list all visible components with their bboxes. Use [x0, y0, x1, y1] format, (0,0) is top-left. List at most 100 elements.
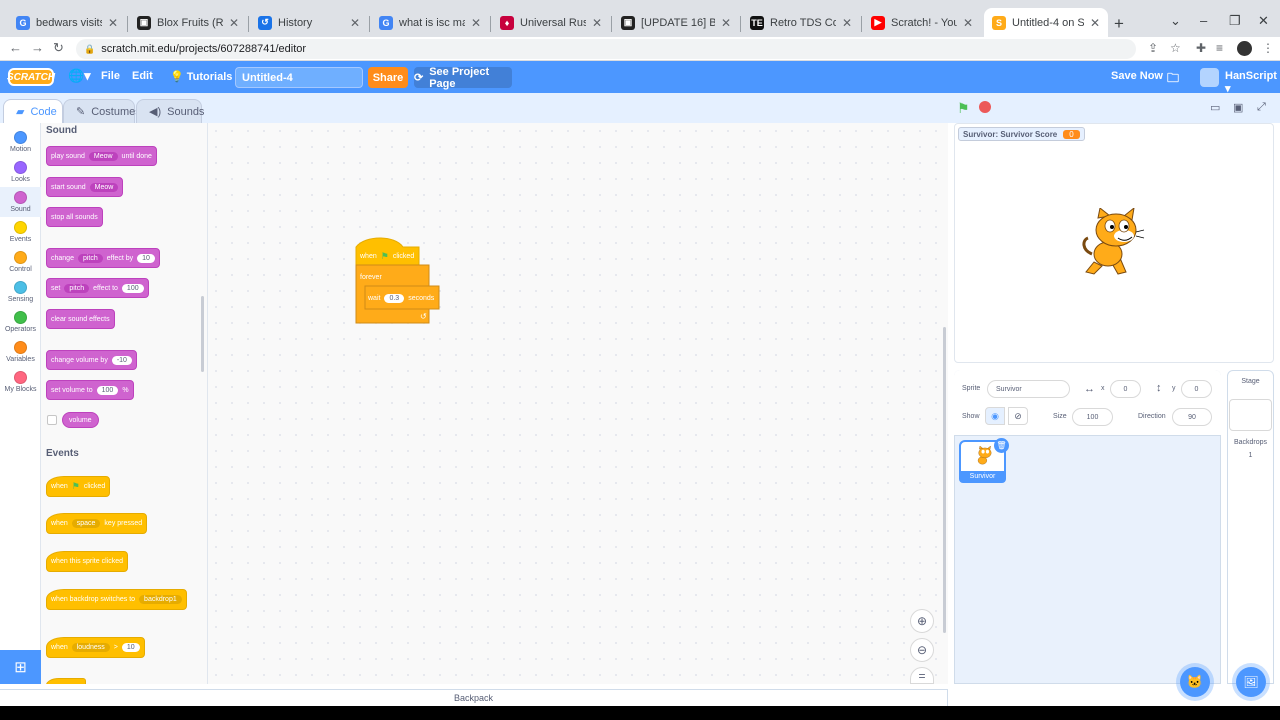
tab-code[interactable]: ▰ Code — [3, 99, 63, 123]
close-tab-icon[interactable]: ✕ — [842, 16, 852, 30]
category-my-blocks[interactable]: My Blocks — [0, 367, 41, 397]
number-input[interactable]: 100 — [96, 385, 119, 395]
zoom-reset-button[interactable]: = — [910, 667, 934, 684]
browser-tab[interactable]: TE Retro TDS Codes (Nov ✕ — [742, 8, 860, 37]
number-input[interactable]: 10 — [137, 253, 155, 263]
hide-sprite-button[interactable]: ⊘ — [1008, 407, 1028, 425]
x-position-input[interactable]: 0 — [1110, 380, 1141, 398]
number-input[interactable]: 100 — [121, 283, 144, 293]
block-partial[interactable] — [46, 678, 86, 684]
palette-scrollbar[interactable] — [201, 296, 204, 372]
share-button[interactable]: Share — [368, 67, 408, 88]
my-stuff-folder-icon[interactable]: 🗀 — [1167, 69, 1179, 90]
close-tab-icon[interactable]: ✕ — [963, 16, 973, 30]
y-position-input[interactable]: 0 — [1181, 380, 1212, 398]
cat-sprite[interactable] — [1080, 208, 1146, 278]
reading-list-icon[interactable]: ≡ — [1216, 41, 1223, 55]
number-input[interactable]: 0.3 — [384, 293, 405, 303]
variable-monitor[interactable]: Survivor: Survivor Score 0 — [958, 127, 1085, 141]
browser-tab[interactable]: Gbedwars visits gos up ✕ — [8, 8, 126, 37]
category-control[interactable]: Control — [0, 247, 41, 277]
close-tab-icon[interactable]: ✕ — [350, 16, 360, 30]
block-play-sound-until-done[interactable]: play sound Meow until done — [46, 146, 157, 166]
tab-costumes[interactable]: ✎ Costumes — [63, 99, 141, 123]
block-when-key-pressed[interactable]: when space key pressed — [46, 513, 148, 534]
large-stage-icon[interactable]: ▣ — [1233, 101, 1243, 114]
script-when-flag-clicked[interactable]: when ⚑ clicked — [356, 250, 414, 262]
small-stage-icon[interactable]: ▭ — [1210, 101, 1220, 114]
sprite-name-input[interactable]: Survivor — [987, 380, 1070, 398]
browser-tab[interactable]: Gwhat is isc map in tow ✕ — [371, 8, 489, 37]
browser-tab[interactable]: ▶ Scratch! - YouTube ✕ — [863, 8, 981, 37]
stage-thumbnail[interactable] — [1229, 399, 1272, 431]
browser-tab[interactable]: S Untitled-4 on Scratch ✕ — [984, 8, 1108, 37]
delete-sprite-button[interactable]: 🗑 — [994, 438, 1009, 453]
language-globe-icon[interactable]: 🌐▾ — [68, 68, 91, 84]
close-tab-icon[interactable]: ✕ — [471, 16, 481, 30]
number-input[interactable]: -10 — [111, 355, 132, 365]
close-tab-icon[interactable]: ✕ — [721, 16, 731, 30]
browser-tab[interactable]: ▣ Blox Fruits (Roblox) - B ✕ — [129, 8, 247, 37]
stop-button[interactable] — [979, 101, 991, 113]
close-tab-icon[interactable]: ✕ — [108, 16, 118, 30]
backpack-bar[interactable]: Backpack — [0, 689, 948, 706]
bookmark-star-icon[interactable]: ☆ — [1170, 41, 1181, 55]
green-flag-button[interactable]: ⚑ — [957, 100, 970, 117]
close-tab-icon[interactable]: ✕ — [229, 16, 239, 30]
script-wait-seconds[interactable]: wait 0.3 seconds — [364, 291, 434, 305]
new-tab-button[interactable]: + — [1114, 14, 1124, 34]
extensions-icon[interactable]: ✚ — [1196, 41, 1206, 55]
category-motion[interactable]: Motion — [0, 127, 41, 157]
tutorials-menu[interactable]: 💡 Tutorials — [170, 70, 232, 83]
browser-menu-icon[interactable]: ⋮ — [1262, 41, 1274, 55]
see-project-page-button[interactable]: ⟳ See Project Page — [414, 66, 512, 90]
scratch-logo[interactable]: SCRATCH — [7, 68, 55, 86]
effect-dropdown[interactable]: pitch — [64, 283, 90, 293]
choose-backdrop-button[interactable]: 🖼 — [1236, 667, 1266, 697]
backdrop-dropdown[interactable]: backdrop1 — [139, 595, 182, 604]
user-avatar[interactable] — [1200, 68, 1219, 87]
workspace-scrollbar[interactable] — [943, 327, 946, 633]
category-sensing[interactable]: Sensing — [0, 277, 41, 307]
block-set-volume[interactable]: set volume to 100 % — [46, 380, 134, 400]
size-input[interactable]: 100 — [1072, 408, 1113, 426]
browser-tab[interactable]: ▣ [UPDATE 16] Blox F ✕ — [613, 8, 739, 37]
category-events[interactable]: Events — [0, 217, 41, 247]
save-now-button[interactable]: Save Now — [1111, 70, 1163, 82]
key-dropdown[interactable]: space — [71, 519, 101, 528]
edit-menu[interactable]: Edit — [132, 70, 153, 82]
script-forever[interactable]: forever — [356, 271, 382, 283]
sensor-dropdown[interactable]: loudness — [71, 643, 110, 652]
block-change-effect[interactable]: change pitch effect by 10 — [46, 248, 160, 268]
block-when-loudness[interactable]: when loudness > 10 — [46, 637, 145, 658]
effect-dropdown[interactable]: pitch — [77, 253, 103, 263]
browser-profile-avatar[interactable] — [1237, 41, 1252, 56]
category-looks[interactable]: Looks — [0, 157, 41, 187]
browser-tab[interactable]: ♦ Universal Rush | Defen ✕ — [492, 8, 610, 37]
block-change-volume[interactable]: change volume by -10 — [46, 350, 137, 370]
number-input[interactable]: 10 — [121, 643, 140, 652]
direction-input[interactable]: 90 — [1172, 408, 1212, 426]
block-clear-sound-effects[interactable]: clear sound effects — [46, 309, 115, 329]
fullscreen-icon[interactable]: ⤢ — [1257, 101, 1266, 114]
block-when-flag-clicked[interactable]: when ⚑ clicked — [46, 476, 111, 497]
category-sound[interactable]: Sound — [0, 187, 41, 217]
zoom-out-button[interactable]: ⊖ — [910, 638, 934, 662]
block-when-backdrop-switches[interactable]: when backdrop switches to backdrop1 — [46, 589, 187, 610]
volume-monitor-checkbox[interactable] — [47, 415, 57, 425]
minimize-button[interactable]: – — [1200, 13, 1207, 28]
block-when-sprite-clicked[interactable]: when this sprite clicked — [46, 551, 128, 572]
sound-dropdown[interactable]: Meow — [89, 182, 119, 192]
reload-icon[interactable]: ↻ — [53, 40, 64, 56]
add-extension-button[interactable]: ⊞ — [0, 650, 41, 684]
tab-sounds[interactable]: ◀) Sounds — [136, 99, 204, 123]
category-operators[interactable]: Operators — [0, 307, 41, 337]
tab-search-icon[interactable]: ⌄ — [1170, 13, 1181, 29]
category-variables[interactable]: Variables — [0, 337, 41, 367]
browser-tab[interactable]: ↺ History ✕ — [250, 8, 368, 37]
close-tab-icon[interactable]: ✕ — [1090, 16, 1100, 30]
block-stop-all-sounds[interactable]: stop all sounds — [46, 207, 103, 227]
block-start-sound[interactable]: start sound Meow — [46, 177, 124, 197]
file-menu[interactable]: File — [101, 70, 120, 82]
zoom-in-button[interactable]: ⊕ — [910, 609, 934, 633]
